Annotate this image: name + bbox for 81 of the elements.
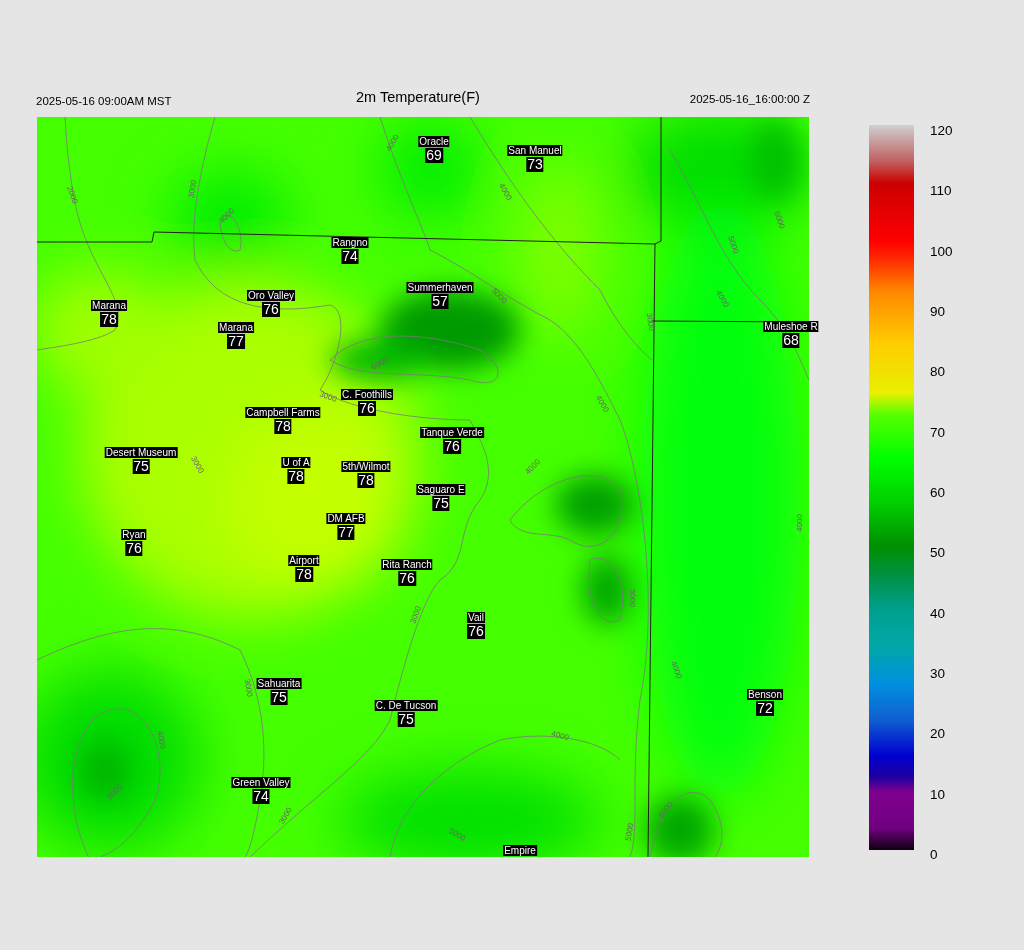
station-temperature: 78 <box>287 469 305 484</box>
station-name: Sahuarita <box>256 678 302 689</box>
contour-label: 4000 <box>795 514 805 532</box>
contour-label: 2000 <box>65 184 80 205</box>
station-name: Desert Museum <box>104 447 178 458</box>
station-temperature: 76 <box>358 401 376 416</box>
colorbar-tick-label: 0 <box>930 847 939 862</box>
station-name: 5th/Wilmot <box>341 461 391 472</box>
colorbar-tick-label: 110 <box>930 184 953 199</box>
station-name: Muleshoe R <box>763 321 819 332</box>
station-name: Rita Ranch <box>381 559 433 570</box>
station-name: Oro Valley <box>247 290 295 301</box>
station-name: San Manuel <box>507 145 563 156</box>
station-name: U of A <box>281 457 311 468</box>
contour-label: 6000 <box>772 209 787 230</box>
station-temperature: 68 <box>782 333 800 348</box>
contour-label: 6000 <box>369 355 390 372</box>
station-name: Marana <box>91 300 127 311</box>
station-name: C. De Tucson <box>374 700 438 711</box>
station-name: Campbell Farms <box>245 407 321 418</box>
station-name: Benson <box>747 689 783 700</box>
colorbar-tick-label: 100 <box>930 244 953 259</box>
station-name: Marana <box>218 322 254 333</box>
station-temperature: 78 <box>274 419 292 434</box>
colorbar-tick-label: 90 <box>930 305 947 319</box>
colorbar-tick-label: 20 <box>930 727 947 742</box>
station-name: Airport <box>288 555 320 566</box>
station-temperature: 76 <box>398 571 416 586</box>
station-temperature: 76 <box>262 302 280 317</box>
station-temperature: 78 <box>357 473 375 488</box>
contour-label: 4000 <box>550 728 570 743</box>
station-temperature: 74 <box>341 249 359 264</box>
station-temperature: 73 <box>526 157 544 172</box>
station-name: Summerhaven <box>406 282 474 293</box>
station-temperature: 78 <box>295 567 313 582</box>
valid-time-local: 2025-05-16 09:00AM MST <box>36 95 172 107</box>
contour-label: 3000 <box>186 179 199 199</box>
station-name: Green Valley <box>231 777 291 788</box>
contour-label: 5000 <box>447 826 468 843</box>
station-temperature: 74 <box>252 789 270 804</box>
station-temperature: 75 <box>270 690 288 705</box>
contour-label: 3000 <box>408 604 423 625</box>
colorbar-tick-label: 70 <box>930 425 947 440</box>
station-temperature: 76 <box>443 439 461 454</box>
station-name: Saguaro E <box>416 484 466 495</box>
contour-label: 5000 <box>623 822 636 842</box>
contour-label: 3000 <box>318 389 339 404</box>
station-temperature: 57 <box>431 294 449 309</box>
station-temperature: 78 <box>100 312 118 327</box>
station-name: Oracle <box>418 136 450 147</box>
colorbar-tick-label: 80 <box>930 365 947 380</box>
station-temperature: 75 <box>397 712 415 727</box>
station-temperature: 75 <box>132 459 150 474</box>
station-temperature: 77 <box>337 525 355 540</box>
station-name: DM AFB <box>326 513 366 524</box>
colorbar-tick-label: 50 <box>930 546 947 561</box>
station-temperature: 72 <box>756 701 774 716</box>
colorbar-tick-label: 120 <box>930 124 953 138</box>
station-temperature: 69 <box>425 148 443 163</box>
valid-time-utc: 2025-05-16_16:00:00 Z <box>689 93 810 105</box>
contour-label: 4000 <box>669 659 684 680</box>
station-name: C. Foothills <box>341 389 393 400</box>
contour-label: 4000 <box>155 730 168 750</box>
colorbar-tick-label: 10 <box>930 787 947 802</box>
station-name: Rangno <box>331 237 369 248</box>
station-temperature: 76 <box>125 541 143 556</box>
station-name: Tanque Verde <box>420 427 484 438</box>
station-temperature: 77 <box>227 334 245 349</box>
colorbar-tick-label: 60 <box>930 485 947 500</box>
contour-label: 5000 <box>726 234 741 255</box>
station-temperature: 75 <box>432 496 450 511</box>
contour-label: 3000 <box>644 312 657 332</box>
colorbar-tick-label: 30 <box>930 666 947 681</box>
station-name: Vail <box>467 612 485 623</box>
station-name: Ryan <box>121 529 147 540</box>
contour-label: 5000 <box>627 589 637 607</box>
station-name: Empire <box>503 845 537 856</box>
station-temperature: 76 <box>467 624 485 639</box>
chart-title: 2m Temperature(F) <box>356 89 480 105</box>
contour-label: 3000 <box>242 678 255 698</box>
colorbar-tick-label: 40 <box>930 606 947 621</box>
